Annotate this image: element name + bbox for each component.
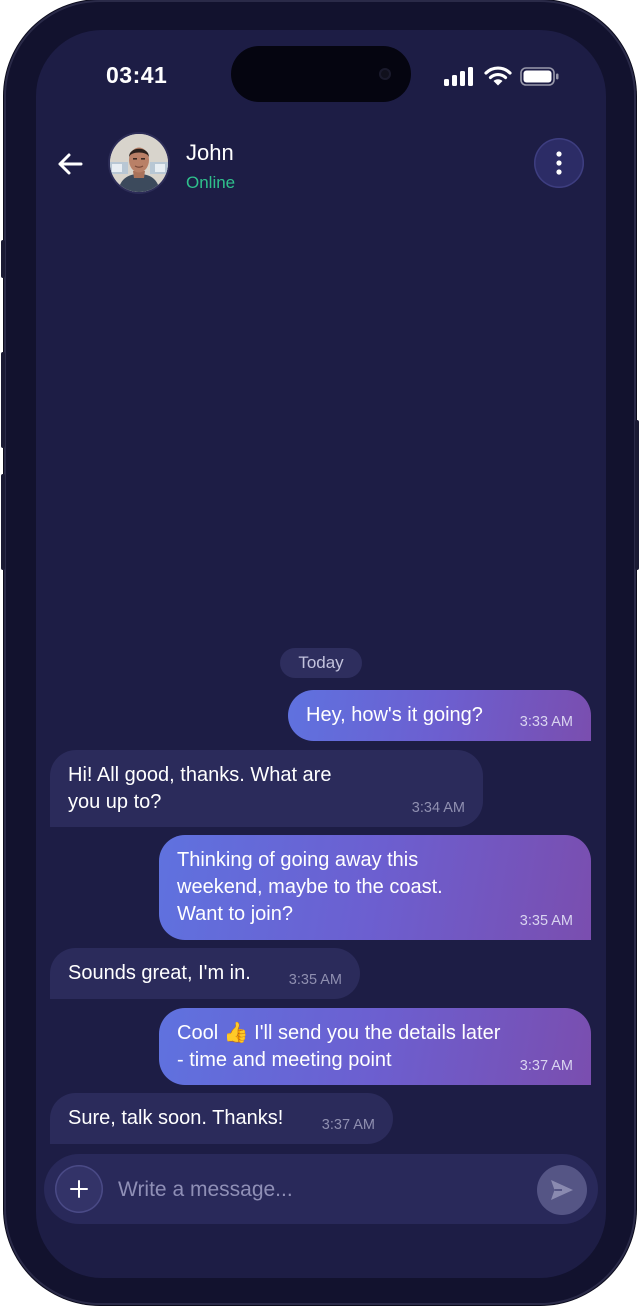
volume-up-button — [1, 352, 5, 448]
message-time: 3:33 AM — [519, 714, 573, 730]
more-vertical-icon — [556, 151, 562, 175]
message-time: 3:35 AM — [288, 972, 342, 988]
arrow-left-icon — [58, 153, 83, 175]
message-composer — [44, 1154, 598, 1224]
cellular-signal-icon — [444, 66, 474, 86]
message-outgoing[interactable]: Thinking of going away this weekend, may… — [159, 835, 591, 940]
message-incoming[interactable]: Sure, talk soon. Thanks! 3:37 AM — [50, 1093, 393, 1144]
send-button[interactable] — [537, 1165, 587, 1215]
add-attachment-button[interactable] — [55, 1165, 103, 1213]
chat-header: John Online — [36, 130, 606, 200]
wifi-icon — [484, 66, 512, 86]
message-text: Cool 👍 I'll send you the details later -… — [177, 1020, 501, 1074]
message-time: 3:34 AM — [411, 800, 465, 816]
message-outgoing[interactable]: Hey, how's it going? 3:33 AM — [288, 690, 591, 741]
message-outgoing[interactable]: Cool 👍 I'll send you the details later -… — [159, 1008, 591, 1085]
back-button[interactable] — [54, 148, 86, 180]
more-options-button[interactable] — [534, 138, 584, 188]
send-icon — [551, 1180, 573, 1200]
dynamic-island — [231, 46, 411, 102]
status-time: 03:41 — [106, 62, 168, 88]
message-incoming[interactable]: Hi! All good, thanks. What are you up to… — [50, 750, 483, 827]
message-time: 3:35 AM — [519, 913, 573, 929]
front-camera — [379, 68, 391, 80]
message-incoming[interactable]: Sounds great, I'm in. 3:35 AM — [50, 948, 360, 999]
message-time: 3:37 AM — [321, 1117, 375, 1133]
thumbs-up-emoji: 👍 — [223, 1022, 249, 1044]
message-text: Hi! All good, thanks. What are you up to… — [68, 764, 332, 813]
message-text-part: Cool — [177, 1022, 219, 1044]
message-time: 3:37 AM — [519, 1058, 573, 1074]
plus-icon — [70, 1180, 88, 1198]
date-separator: Today — [280, 648, 362, 678]
contact-photo — [110, 134, 168, 192]
message-text: Thinking of going away this weekend, may… — [177, 849, 443, 925]
phone-screen: 03:41 John Online Today Hey, how's it go… — [36, 30, 606, 1278]
action-button — [1, 240, 5, 278]
volume-down-button — [1, 474, 5, 570]
message-input[interactable] — [116, 1169, 520, 1211]
power-button — [635, 420, 639, 570]
avatar[interactable] — [110, 134, 168, 192]
contact-name: John — [186, 140, 234, 165]
online-status: Online — [186, 173, 236, 192]
battery-icon — [520, 67, 559, 86]
